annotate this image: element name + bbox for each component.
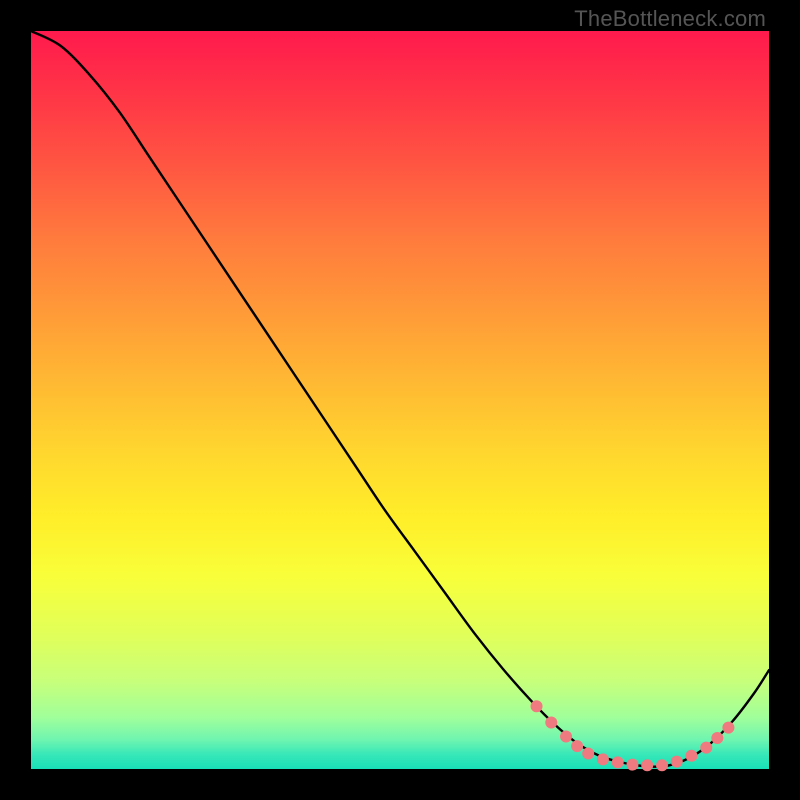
curve-marker: [545, 717, 557, 729]
curve-marker: [582, 748, 594, 760]
curve-marker: [626, 759, 638, 771]
curve-marker: [571, 740, 583, 752]
watermark-label: TheBottleneck.com: [574, 6, 766, 32]
curve-marker: [560, 731, 572, 743]
chart-svg: [31, 31, 769, 769]
curve-marker: [531, 700, 543, 712]
curve-marker: [612, 756, 624, 768]
plot-area: [31, 31, 769, 769]
curve-marker: [597, 753, 609, 765]
curve-marker: [656, 759, 668, 771]
curve-marker: [671, 756, 683, 768]
curve-marker: [722, 722, 734, 734]
chart-frame: TheBottleneck.com: [0, 0, 800, 800]
curve-marker: [686, 750, 698, 762]
curve-markers: [531, 700, 735, 771]
curve-marker: [711, 732, 723, 744]
curve-line: [31, 31, 769, 767]
curve-marker: [700, 742, 712, 754]
curve-marker: [641, 759, 653, 771]
